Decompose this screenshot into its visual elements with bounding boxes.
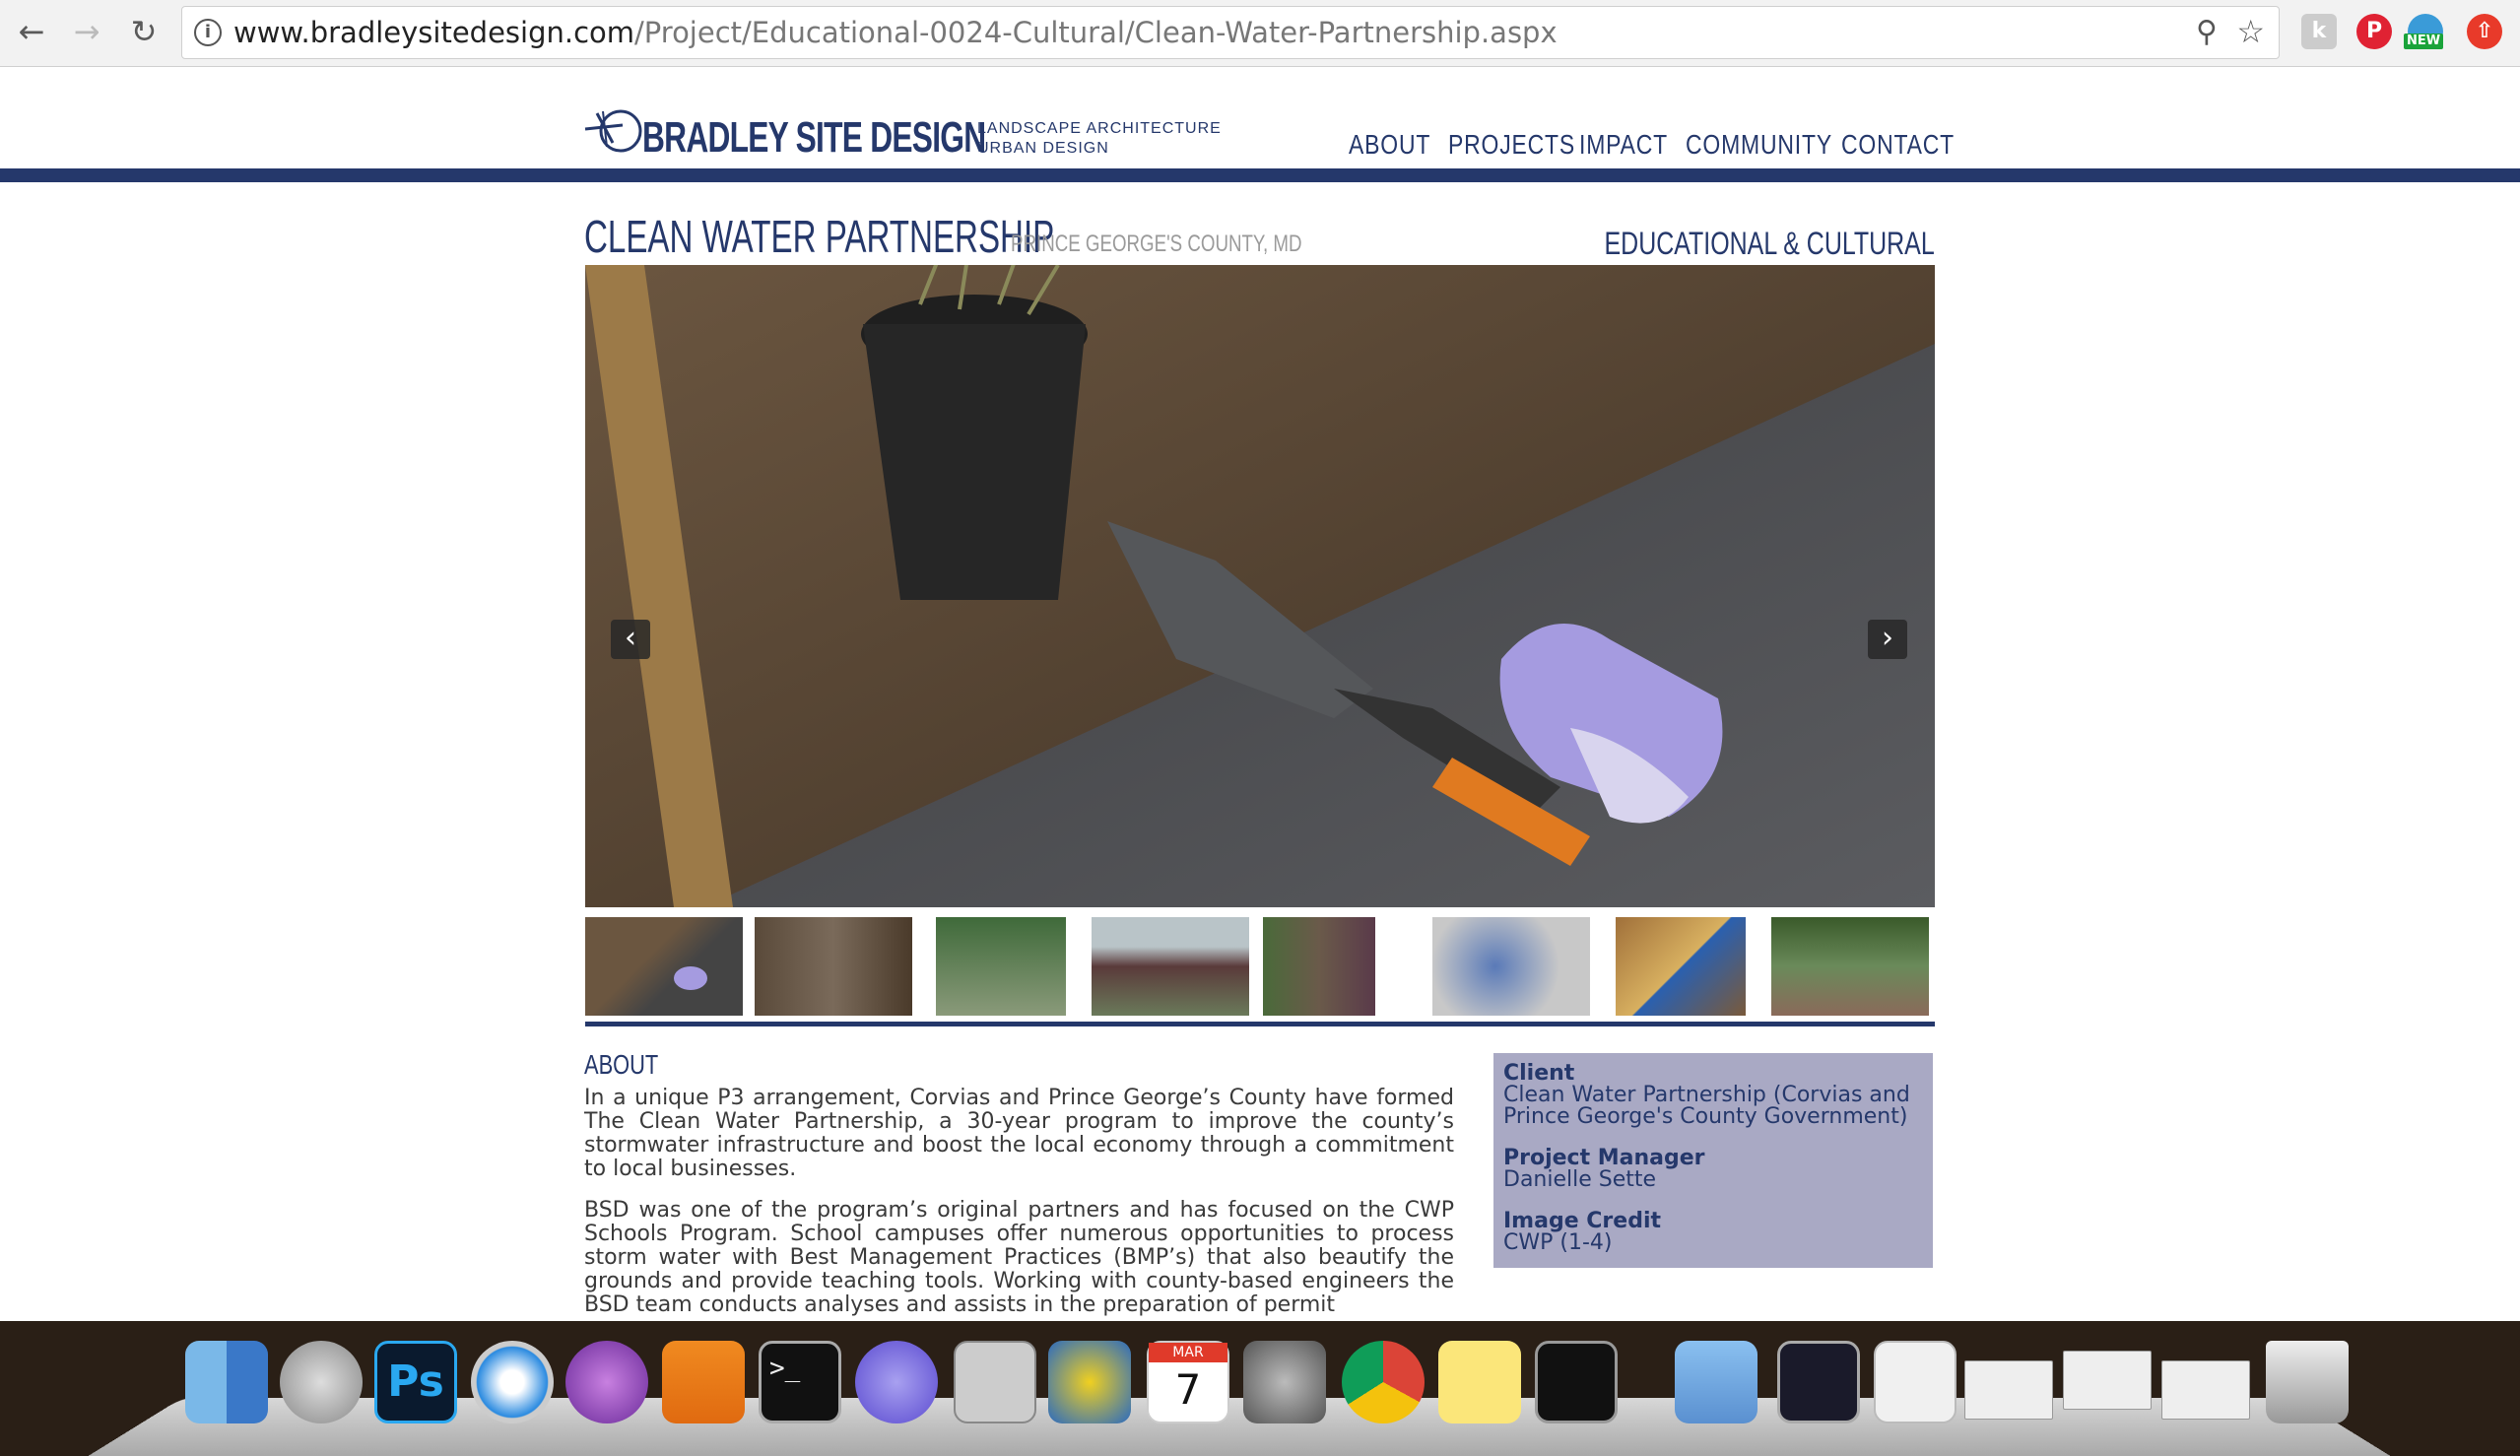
- about-paragraph-1: In a unique P3 arrangement, Corvias and …: [584, 1086, 1454, 1181]
- pinterest-icon[interactable]: P: [2356, 14, 2392, 49]
- project-title: CLEAN WATER PARTNERSHIP: [584, 211, 1055, 262]
- calculator-icon[interactable]: [954, 1341, 1036, 1423]
- torrent-icon[interactable]: [855, 1341, 938, 1423]
- web-page: BRADLEY SITE DESIGN LANDSCAPE ARCHITECTU…: [0, 68, 2520, 1321]
- window-thumbnail-icon[interactable]: [1964, 1360, 2053, 1420]
- about-text: In a unique P3 arrangement, Corvias and …: [584, 1087, 1454, 1321]
- thumbnail[interactable]: [936, 917, 1066, 1016]
- macos-dock: Ps >_ MAR 7: [0, 1321, 2520, 1456]
- project-location: PRINCE GEORGE'S COUNTY, MD: [1011, 231, 1302, 257]
- document-icon[interactable]: [1874, 1341, 1956, 1423]
- thumbnail[interactable]: [1616, 917, 1746, 1016]
- vlc-icon[interactable]: [662, 1341, 745, 1423]
- extension-k-icon[interactable]: k: [2301, 14, 2337, 49]
- logo-tagline-2: URBAN DESIGN: [977, 140, 1109, 157]
- image-credit-label: Image Credit: [1503, 1209, 1662, 1233]
- downloads-folder-icon[interactable]: [1777, 1341, 1860, 1423]
- header-divider: [0, 168, 2520, 182]
- project-category[interactable]: EDUCATIONAL & CULTURAL: [1605, 226, 1935, 262]
- logo-tagline: LANDSCAPE ARCHITECTURE URBAN DESIGN: [977, 119, 1222, 159]
- nav-community[interactable]: COMMUNITY: [1686, 129, 1832, 161]
- thumbnail[interactable]: [1432, 917, 1590, 1016]
- thumbnail[interactable]: [755, 917, 912, 1016]
- slideshow-next-button[interactable]: ›: [1868, 620, 1907, 659]
- logo-tagline-1: LANDSCAPE ARCHITECTURE: [977, 120, 1222, 137]
- launchpad-icon[interactable]: [280, 1341, 363, 1423]
- finder-icon[interactable]: [185, 1341, 268, 1423]
- extension-new-icon[interactable]: NEW: [2404, 14, 2444, 49]
- content-divider: [585, 1022, 1935, 1026]
- applications-folder-icon[interactable]: [1675, 1341, 1757, 1423]
- project-info-box: Client Clean Water Partnership (Corvias …: [1493, 1053, 1933, 1268]
- calendar-day: 7: [1174, 1365, 1202, 1414]
- dragonfly-logo-icon: [584, 109, 642, 153]
- activity-monitor-icon[interactable]: [1535, 1341, 1618, 1423]
- logo-name[interactable]: BRADLEY SITE DESIGN: [642, 113, 986, 163]
- bookmark-star-icon[interactable]: ☆: [2236, 13, 2265, 50]
- image-credit-value: CWP (1-4): [1503, 1230, 1613, 1255]
- extension-up-arrow-icon[interactable]: ⇧: [2467, 14, 2502, 49]
- site-info-icon[interactable]: i: [194, 19, 222, 46]
- forward-arrow-icon[interactable]: →: [69, 14, 104, 49]
- window-thumbnail-icon[interactable]: [2161, 1360, 2250, 1420]
- url-text[interactable]: www.bradleysitedesign.com/Project/Educat…: [233, 16, 1558, 49]
- nav-contact[interactable]: CONTACT: [1841, 129, 1955, 161]
- thumbnail[interactable]: [1771, 917, 1929, 1016]
- about-heading: ABOUT: [584, 1049, 659, 1080]
- about-paragraph-2: BSD was one of the program’s original pa…: [584, 1198, 1454, 1317]
- back-arrow-icon[interactable]: ←: [14, 14, 49, 49]
- stickies-icon[interactable]: [1438, 1341, 1521, 1423]
- window-thumbnail-icon[interactable]: [2063, 1351, 2152, 1410]
- chrome-icon[interactable]: [1342, 1341, 1425, 1423]
- client-value: Clean Water Partnership (Corvias and Pri…: [1503, 1083, 1910, 1129]
- nav-projects[interactable]: PROJECTS: [1448, 129, 1575, 161]
- new-badge: NEW: [2404, 33, 2444, 49]
- nav-impact[interactable]: IMPACT: [1579, 129, 1668, 161]
- client-label: Client: [1503, 1061, 1575, 1086]
- hero-photo: [585, 265, 1935, 907]
- calendar-icon[interactable]: MAR 7: [1147, 1341, 1229, 1423]
- terminal-icon[interactable]: >_: [759, 1341, 841, 1423]
- cyberduck-icon[interactable]: [1048, 1341, 1131, 1423]
- hero-slideshow-image: ‹ ›: [585, 265, 1935, 907]
- slideshow-prev-button[interactable]: ‹: [611, 620, 650, 659]
- purple-app-icon[interactable]: [565, 1341, 648, 1423]
- thumbnail[interactable]: [585, 917, 743, 1016]
- safari-icon[interactable]: [471, 1341, 554, 1423]
- project-manager-label: Project Manager: [1503, 1146, 1705, 1170]
- system-preferences-icon[interactable]: [1243, 1341, 1326, 1423]
- trash-icon[interactable]: [2266, 1341, 2349, 1423]
- nav-about[interactable]: ABOUT: [1349, 129, 1430, 161]
- address-bar[interactable]: i www.bradleysitedesign.com/Project/Educ…: [181, 6, 2280, 59]
- reload-icon[interactable]: ↻: [126, 14, 162, 49]
- thumbnail[interactable]: [1092, 917, 1249, 1016]
- zoom-icon[interactable]: ⚲: [2196, 15, 2218, 49]
- thumbnail-strip: [585, 917, 1935, 1016]
- thumbnail[interactable]: [1263, 917, 1375, 1016]
- browser-toolbar: ← → ↻ i www.bradleysitedesign.com/Projec…: [0, 0, 2520, 67]
- calendar-month: MAR: [1149, 1343, 1227, 1362]
- project-manager-value: Danielle Sette: [1503, 1167, 1657, 1192]
- photoshop-icon[interactable]: Ps: [374, 1341, 457, 1423]
